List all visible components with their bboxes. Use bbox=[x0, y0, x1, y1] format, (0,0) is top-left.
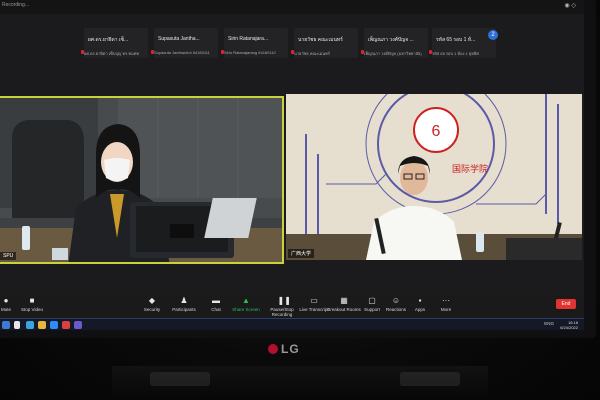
video-name-right: 广西大学 bbox=[288, 249, 315, 258]
participant-subtitle: Supasuta Janthachot 64160111 bbox=[154, 50, 210, 55]
video-tile-right[interactable]: 6 国际学院 广西大学 bbox=[286, 94, 582, 260]
photo-scene: Recording... ◉ ◇ ผศ.ดร.ยาฝิดา เซ็... ผศ.… bbox=[0, 0, 600, 400]
stop-video-button[interactable]: ■ Stop Video bbox=[12, 296, 52, 313]
svg-text:6: 6 bbox=[432, 123, 441, 140]
chat-icon: ▬ bbox=[212, 296, 220, 305]
participant-subtitle: รหัส 65 รอบ 1 ห้อง 1 ยุทธิศ bbox=[432, 51, 479, 56]
participant-strip: ผศ.ดร.ยาฝิดา เซ็... ผศ.ดร.ยาฝิดา เซ็บบุญ… bbox=[81, 28, 504, 62]
cc-icon: ▭ bbox=[310, 296, 318, 305]
participant-name: เพ็ญณภา วงศ์ปัญจ ... bbox=[368, 37, 414, 43]
participant-subtitle: Sirin Ratanajarang 64160110 bbox=[224, 50, 276, 55]
chat-label: Chat bbox=[211, 307, 221, 312]
clock[interactable]: 16:18 6/24/2022 bbox=[560, 320, 578, 330]
share-icon: ▲ bbox=[242, 296, 250, 305]
next-page-badge[interactable]: 2 bbox=[488, 30, 498, 40]
apps-label: Apps bbox=[414, 307, 426, 312]
grid-icon: ▦ bbox=[340, 296, 348, 305]
folder-icon[interactable] bbox=[38, 321, 46, 329]
meeting-toolbar: ● Mute ■ Stop Video ◆ Security ♟ Participant… bbox=[0, 294, 584, 318]
more-button[interactable]: ··· More bbox=[426, 296, 466, 313]
participant-name: Sirin Ratanajara... bbox=[228, 36, 269, 42]
desk-reflection bbox=[150, 372, 210, 386]
more-label: More bbox=[440, 307, 452, 312]
share-screen-label: Share Screen bbox=[232, 307, 260, 312]
participant-name: นายวัชธ คณะเมนทร์ bbox=[298, 37, 343, 43]
video-frame-right: 6 bbox=[286, 94, 582, 260]
record-icon: ❚❚ bbox=[277, 296, 291, 305]
participant-name: Supasuta Jantha... bbox=[158, 36, 200, 42]
window-title: Recording... bbox=[2, 2, 29, 8]
people-icon: ♟ bbox=[180, 296, 188, 305]
os-taskbar: ENG 16:18 6/24/2022 bbox=[0, 318, 584, 330]
mute-label: Mute bbox=[0, 307, 11, 312]
recording-indicator: ◉ ◇ bbox=[564, 3, 576, 9]
clock-date: 6/24/2022 bbox=[560, 325, 578, 330]
edge-icon[interactable] bbox=[26, 321, 34, 329]
participant-tile[interactable]: รหัส 65 รอบ 1 ห้... รหัส 65 รอบ 1 ห้อง 1… bbox=[429, 28, 496, 58]
participant-tile[interactable]: นายวัชธ คณะเมนทร์ นายวัชธ คณะเมนทร์ bbox=[291, 28, 358, 58]
end-button[interactable]: End bbox=[556, 299, 576, 309]
chrome-icon[interactable] bbox=[62, 321, 70, 329]
participant-tile[interactable]: เพ็ญณภา วงศ์ปัญจ ... เพ็ญณภา วงศ์ปัญจ (ม… bbox=[361, 28, 428, 58]
shield-icon: ◆ bbox=[148, 296, 156, 305]
desk-reflection bbox=[400, 372, 460, 386]
video-icon: ■ bbox=[29, 296, 35, 305]
start-icon[interactable] bbox=[2, 321, 10, 329]
mic-icon: ● bbox=[3, 296, 9, 305]
participant-tile[interactable]: ผศ.ดร.ยาฝิดา เซ็... ผศ.ดร.ยาฝิดา เซ็บบุญ… bbox=[81, 28, 148, 58]
video-tile-left[interactable]: SPU bbox=[0, 96, 284, 264]
video-frame-left bbox=[0, 98, 282, 262]
participant-subtitle: ผศ.ดร.ยาฝิดา เซ็บบุญ ทร.ทนทท bbox=[84, 51, 139, 56]
brand-text: LG bbox=[281, 342, 300, 356]
search-icon[interactable] bbox=[14, 321, 20, 329]
lg-logo-icon bbox=[268, 344, 278, 354]
monitor-screen: Recording... ◉ ◇ ผศ.ดร.ยาฝิดา เซ็... ผศ.… bbox=[0, 0, 584, 330]
teams-icon[interactable] bbox=[74, 321, 82, 329]
more-icon: ··· bbox=[442, 296, 450, 305]
video-name-left: SPU bbox=[0, 252, 17, 260]
participants-label: Participants bbox=[172, 307, 196, 312]
participant-subtitle: นายวัชธ คณะเมนทร์ bbox=[294, 51, 330, 56]
stop-video-label: Stop Video bbox=[21, 307, 43, 312]
monitor-brand: LG bbox=[268, 342, 300, 356]
monitor-bezel: Recording... ◉ ◇ ผศ.ดร.ยาฝิดา เซ็... ผศ.… bbox=[0, 0, 596, 338]
security-label: Security bbox=[143, 307, 161, 312]
apps-icon: ▪ bbox=[418, 296, 422, 305]
banner-text: 国际学院 bbox=[452, 164, 489, 174]
participant-tile[interactable]: Supasuta Jantha... Supasuta Janthachot 6… bbox=[151, 28, 218, 58]
recording-label: Pause/Stop Recording bbox=[270, 307, 294, 317]
participant-subtitle: เพ็ญณภา วงศ์ปัญจ (มหาวิทยาลัย) bbox=[364, 51, 422, 56]
window-title-bar: Recording... ◉ ◇ bbox=[0, 0, 584, 14]
tray-language[interactable]: ENG bbox=[544, 321, 554, 326]
participant-name: รหัส 65 รอบ 1 ห้... bbox=[436, 37, 476, 43]
participant-tile[interactable]: Sirin Ratanajara... Sirin Ratanajarang 6… bbox=[221, 28, 288, 58]
zoom-app-icon[interactable] bbox=[50, 321, 58, 329]
participant-name: ผศ.ดร.ยาฝิดา เซ็... bbox=[88, 37, 129, 43]
